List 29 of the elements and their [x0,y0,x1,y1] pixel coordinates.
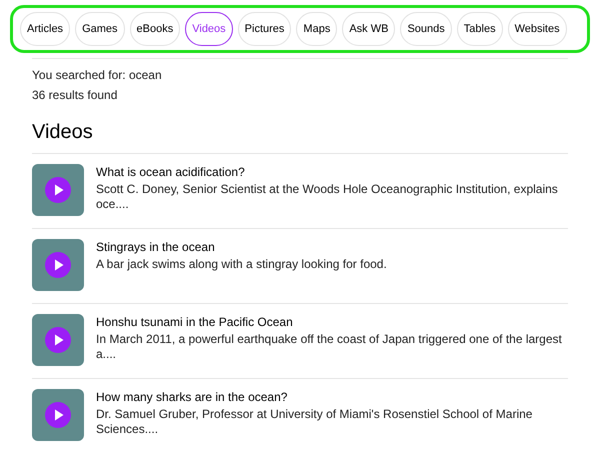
video-thumbnail[interactable] [32,314,84,366]
video-description: Dr. Samuel Gruber, Professor at University of Miami's Rosenstiel School of Marine Sciences.... [96,407,534,437]
video-thumbnail[interactable] [32,239,84,291]
category-tab[interactable]: Maps [296,12,338,46]
category-tab[interactable]: eBooks [130,12,180,46]
search-query-text: You searched for: ocean [32,67,163,84]
section-heading: Videos [32,120,94,145]
video-description: Scott C. Doney, Senior Scientist at the Woods Hole Oceanographic Institution, explains oce.... [96,182,559,212]
video-thumbnail[interactable] [32,164,84,216]
video-title-link[interactable]: Stingrays in the ocean [96,239,566,255]
video-thumbnail[interactable] [32,389,84,441]
category-tab[interactable]: Websites [508,12,567,46]
video-title-link[interactable]: What is ocean acidification? [96,164,566,180]
video-title-link[interactable]: How many sharks are in the ocean? [96,389,566,405]
result-count-text: 36 results found [32,87,118,104]
category-tab[interactable]: Pictures [238,12,292,46]
category-tab[interactable]: Ask WB [342,12,396,46]
play-icon[interactable] [45,327,71,353]
play-icon[interactable] [45,402,71,428]
category-tab[interactable]: Tables [456,12,503,46]
category-tab[interactable]: Articles [20,12,70,46]
play-icon[interactable] [45,252,71,278]
category-tab[interactable]: Sounds [400,12,452,46]
category-tab[interactable]: Games [75,12,125,46]
video-description: In March 2011, a powerful earthquake off the coast of Japan triggered one of the largest a.... [96,332,563,362]
play-icon[interactable] [45,177,71,203]
category-tab[interactable]: Videos [185,12,233,46]
video-description: A bar jack swims along with a stingray looking for food. [96,257,388,272]
video-title-link[interactable]: Honshu tsunami in the Pacific Ocean [96,314,566,330]
